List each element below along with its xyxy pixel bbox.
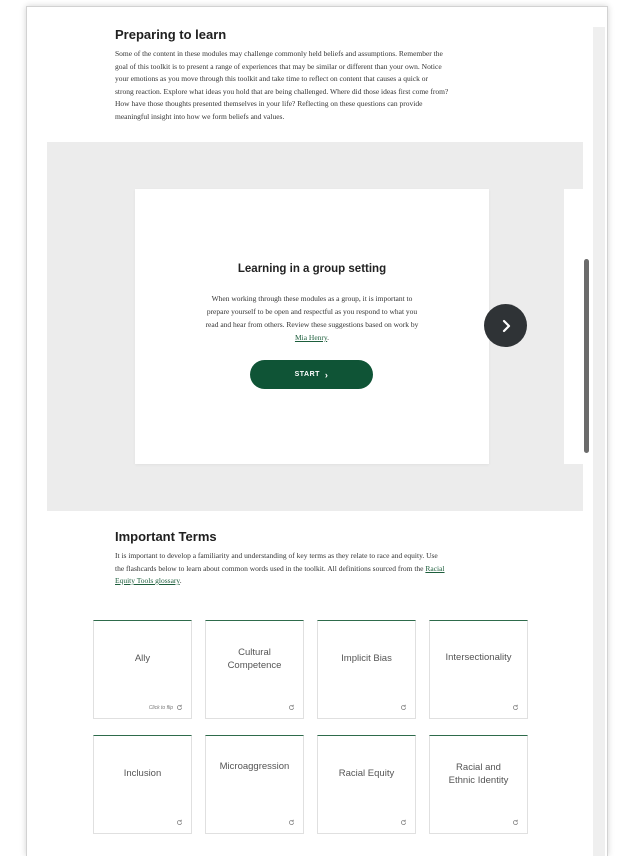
preparing-line-5: How have those thoughts presented themse… bbox=[115, 99, 423, 108]
card-text-line-1: When working through these modules as a … bbox=[211, 294, 413, 303]
preparing-line-3: your emotions as you move through this t… bbox=[115, 74, 429, 83]
flashcard[interactable]: Microaggression bbox=[205, 735, 304, 834]
flashcard-term: Implicit Bias bbox=[341, 653, 392, 664]
scrollbar-track[interactable] bbox=[593, 27, 605, 856]
next-card-peek[interactable] bbox=[564, 189, 583, 464]
preparing-paragraph: Some of the content in these modules may… bbox=[115, 48, 515, 123]
chevron-right-icon: › bbox=[324, 369, 329, 380]
card-link-suffix: . bbox=[327, 333, 330, 342]
flip-icon bbox=[177, 819, 182, 825]
flip-hint-label: Click to flip bbox=[148, 704, 173, 711]
glossary-link-part2[interactable]: Equity Tools glossary bbox=[115, 576, 180, 585]
terms-line-2: the flashcards below to learn about comm… bbox=[115, 563, 424, 573]
scrollbar-thumb[interactable] bbox=[584, 259, 589, 453]
preparing-heading: Preparing to learn bbox=[115, 27, 227, 42]
flashcard[interactable]: Racial and Ethnic Identity bbox=[429, 735, 528, 834]
flip-hint bbox=[397, 704, 407, 711]
glossary-link-part1[interactable]: Racial bbox=[425, 564, 444, 573]
card-text-line-3: read and hear from others. Review these … bbox=[205, 320, 419, 329]
glossary-link-suffix: . bbox=[179, 576, 182, 585]
carousel-next-button[interactable] bbox=[484, 304, 527, 347]
flashcard[interactable]: Intersectionality bbox=[429, 620, 528, 719]
flashcard[interactable]: Cultural Competence bbox=[205, 620, 304, 719]
flip-icon bbox=[177, 704, 182, 710]
flashcard[interactable]: Ally Click to flip bbox=[93, 620, 192, 719]
card-text-line-2: prepare yourself to be open and respectf… bbox=[206, 307, 418, 316]
flip-hint bbox=[173, 819, 183, 826]
flip-icon bbox=[513, 819, 518, 825]
page-frame: Preparing to learn Some of the content i… bbox=[26, 6, 608, 856]
flashcard-term: Microaggression bbox=[219, 761, 290, 772]
flip-icon bbox=[289, 819, 294, 825]
preparing-section: Preparing to learn Some of the content i… bbox=[115, 27, 515, 123]
flip-icon bbox=[401, 819, 406, 825]
start-button-label: START bbox=[294, 371, 320, 378]
flip-hint bbox=[285, 819, 295, 826]
chevron-right-icon bbox=[502, 319, 510, 332]
flashcard-term: Inclusion bbox=[123, 768, 162, 779]
carousel-card: Learning in a group setting When working… bbox=[135, 189, 489, 464]
page-content: Preparing to learn Some of the content i… bbox=[27, 7, 583, 856]
start-button[interactable]: START › bbox=[250, 360, 373, 389]
preparing-line-1: Some of the content in these modules may… bbox=[115, 49, 443, 58]
flip-hint: Click to flip bbox=[149, 704, 183, 711]
flashcard[interactable]: Racial Equity bbox=[317, 735, 416, 834]
flip-hint bbox=[397, 819, 407, 826]
flashcard-term: Racial Equity bbox=[338, 768, 395, 779]
flip-icon bbox=[401, 704, 406, 710]
flashcard[interactable]: Inclusion bbox=[93, 735, 192, 834]
card-text: When working through these modules as a … bbox=[183, 292, 441, 344]
flashcard-term: Racial and Ethnic Identity bbox=[448, 761, 509, 786]
terms-paragraph: It is important to develop a familiarity… bbox=[115, 550, 515, 588]
preparing-line-2: goal of this toolkit is to present a ran… bbox=[115, 61, 442, 71]
flip-hint bbox=[509, 704, 519, 711]
flip-hint bbox=[509, 819, 519, 826]
flip-icon bbox=[513, 704, 518, 710]
flashcard-term: Ally bbox=[134, 653, 151, 664]
flip-icon bbox=[289, 704, 294, 710]
preparing-line-6: meaningful insight into how we form beli… bbox=[115, 111, 285, 121]
terms-heading: Important Terms bbox=[115, 529, 217, 544]
preparing-line-4: strong reaction. Explore what ideas you … bbox=[115, 86, 449, 96]
mia-henry-link[interactable]: Mia Henry bbox=[295, 333, 327, 342]
terms-section: Important Terms It is important to devel… bbox=[115, 529, 515, 588]
flip-hint bbox=[285, 704, 295, 711]
flashcard-term: Intersectionality bbox=[445, 652, 512, 663]
terms-line-1: It is important to develop a familiarity… bbox=[115, 551, 438, 560]
flashcard[interactable]: Implicit Bias bbox=[317, 620, 416, 719]
card-title: Learning in a group setting bbox=[237, 263, 387, 275]
flashcard-term: Cultural Competence bbox=[227, 646, 282, 671]
